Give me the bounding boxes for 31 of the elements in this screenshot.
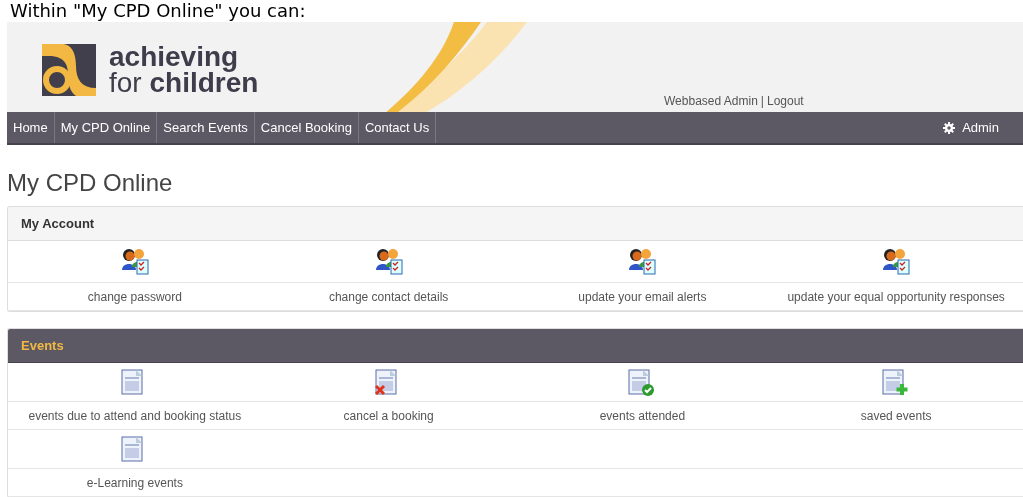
admin-menu[interactable]: Admin	[962, 117, 999, 138]
panel-link[interactable]: update your email alerts	[578, 287, 707, 306]
panel-link[interactable]: cancel a booking	[343, 406, 434, 425]
logout-link[interactable]: Logout	[766, 92, 804, 110]
panel-link[interactable]: e-Learning events	[86, 473, 183, 492]
logo-text: achieving	[109, 44, 240, 70]
people-icon	[628, 248, 657, 275]
settings-icon	[943, 121, 956, 134]
page-title: My CPD Online	[7, 169, 174, 197]
document-add-icon	[882, 368, 911, 396]
panel-link[interactable]: update your equal opportunity responses	[787, 287, 1005, 306]
panel-title: Events	[21, 336, 64, 355]
panel-title: My Account	[21, 214, 95, 233]
intro-text: Within "My CPD Online" you can:	[10, 0, 306, 22]
panel-link[interactable]: change contact details	[328, 287, 449, 306]
document-check-icon	[628, 368, 657, 396]
nav-item[interactable]: My CPD Online	[54, 112, 158, 143]
nav-item[interactable]: Contact Us	[358, 112, 437, 143]
logo-icon	[42, 44, 96, 96]
nav-item[interactable]: Cancel Booking	[254, 112, 359, 143]
people-icon	[882, 248, 911, 275]
panel-link[interactable]: events attended	[599, 406, 686, 425]
panel-link[interactable]: events due to attend and booking status	[28, 406, 242, 425]
panel-link[interactable]: change password	[87, 287, 182, 306]
separator-text: |	[760, 93, 764, 110]
nav-item[interactable]: Home	[7, 112, 55, 143]
people-icon	[120, 248, 149, 275]
panel-link[interactable]: saved events	[860, 406, 932, 425]
user-name: Webbased Admin	[664, 93, 758, 110]
people-icon	[374, 248, 403, 275]
nav-item[interactable]: Search Events	[157, 112, 255, 143]
